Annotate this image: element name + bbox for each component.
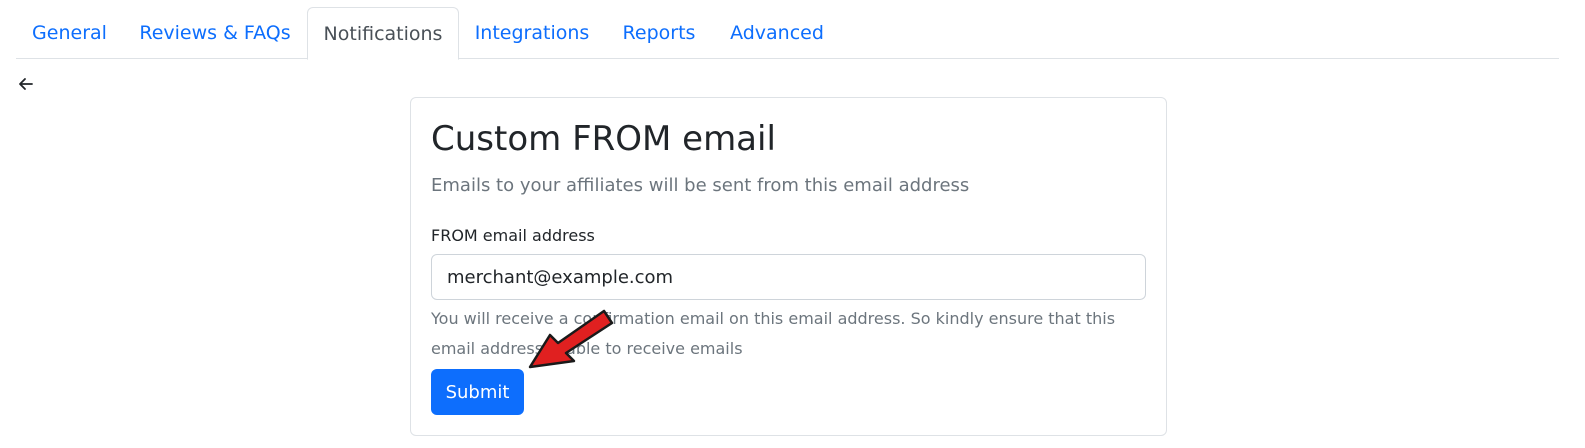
tab-reports[interactable]: Reports — [605, 7, 713, 59]
submit-button[interactable]: Submit — [431, 369, 524, 415]
from-email-input[interactable] — [431, 254, 1146, 300]
tab-general[interactable]: General — [16, 7, 123, 59]
tab-integrations[interactable]: Integrations — [459, 7, 605, 59]
tab-notifications[interactable]: Notifications — [307, 7, 459, 60]
red-arrow-pointer-icon — [528, 309, 614, 369]
custom-from-email-card: Custom FROM email Emails to your affilia… — [410, 97, 1167, 436]
back-button[interactable] — [16, 74, 36, 94]
arrow-left-icon — [19, 78, 33, 90]
card-title: Custom FROM email — [431, 119, 776, 159]
tab-reviews-faqs[interactable]: Reviews & FAQs — [123, 7, 307, 59]
tab-advanced[interactable]: Advanced — [713, 7, 841, 59]
from-email-label: FROM email address — [431, 226, 595, 245]
settings-tabs: General Reviews & FAQs Notifications Int… — [16, 7, 1559, 60]
card-subtitle: Emails to your affiliates will be sent f… — [431, 175, 970, 196]
